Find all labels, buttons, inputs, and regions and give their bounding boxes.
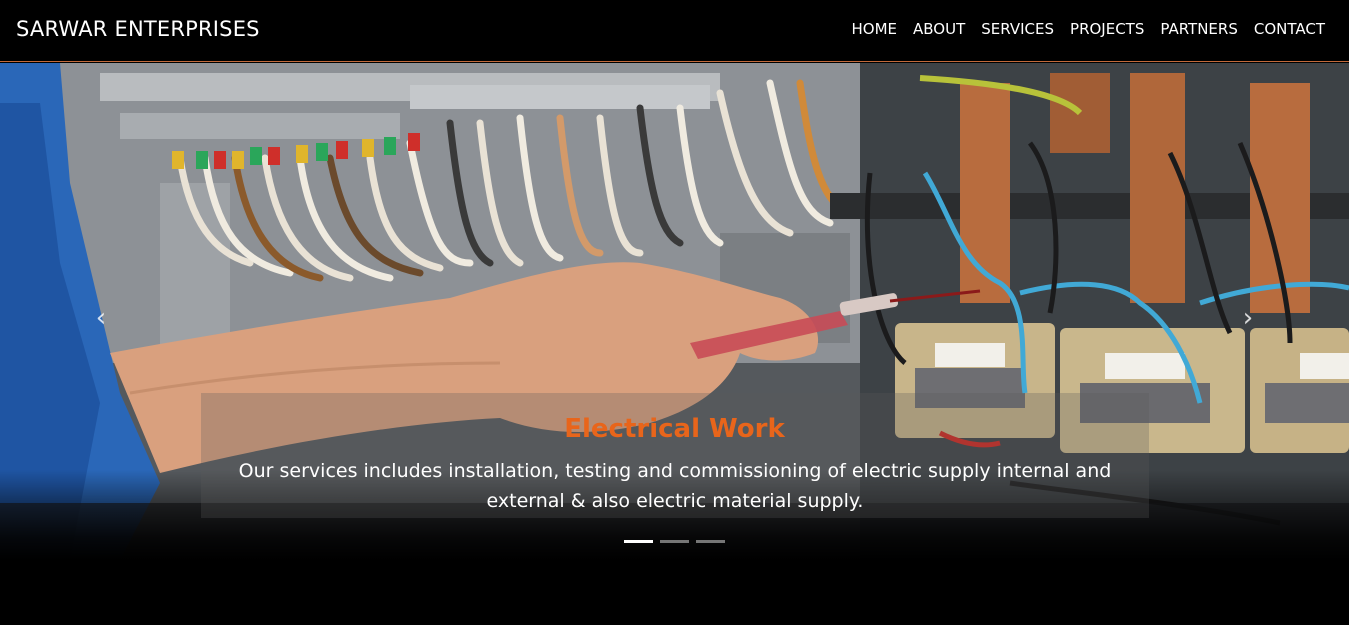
page-bottom-area — [0, 560, 1349, 625]
nav-link-projects[interactable]: PROJECTS — [1070, 20, 1144, 38]
carousel-next-button[interactable]: › — [1233, 303, 1263, 333]
carousel-indicators — [624, 540, 725, 543]
navbar: SARWAR ENTERPRISES HOME ABOUT SERVICES P… — [0, 0, 1349, 62]
carousel-prev-button[interactable]: ‹ — [86, 303, 116, 333]
nav-link-about[interactable]: ABOUT — [913, 20, 965, 38]
carousel-indicator-2[interactable] — [660, 540, 689, 543]
nav-link-contact[interactable]: CONTACT — [1254, 20, 1325, 38]
nav-link-home[interactable]: HOME — [852, 20, 898, 38]
nav-link-partners[interactable]: PARTNERS — [1160, 20, 1237, 38]
nav-link-services[interactable]: SERVICES — [981, 20, 1054, 38]
brand-logo-text[interactable]: SARWAR ENTERPRISES — [16, 17, 260, 41]
carousel-indicator-1[interactable] — [624, 540, 653, 543]
slide-title: Electrical Work — [564, 414, 785, 444]
hero-carousel: Electrical Work Our services includes in… — [0, 63, 1349, 560]
carousel-indicator-3[interactable] — [696, 540, 725, 543]
nav-links: HOME ABOUT SERVICES PROJECTS PARTNERS CO… — [852, 20, 1326, 38]
chevron-right-icon: › — [1242, 303, 1254, 333]
slide-description: Our services includes installation, test… — [238, 460, 1112, 512]
chevron-left-icon: ‹ — [95, 303, 107, 333]
